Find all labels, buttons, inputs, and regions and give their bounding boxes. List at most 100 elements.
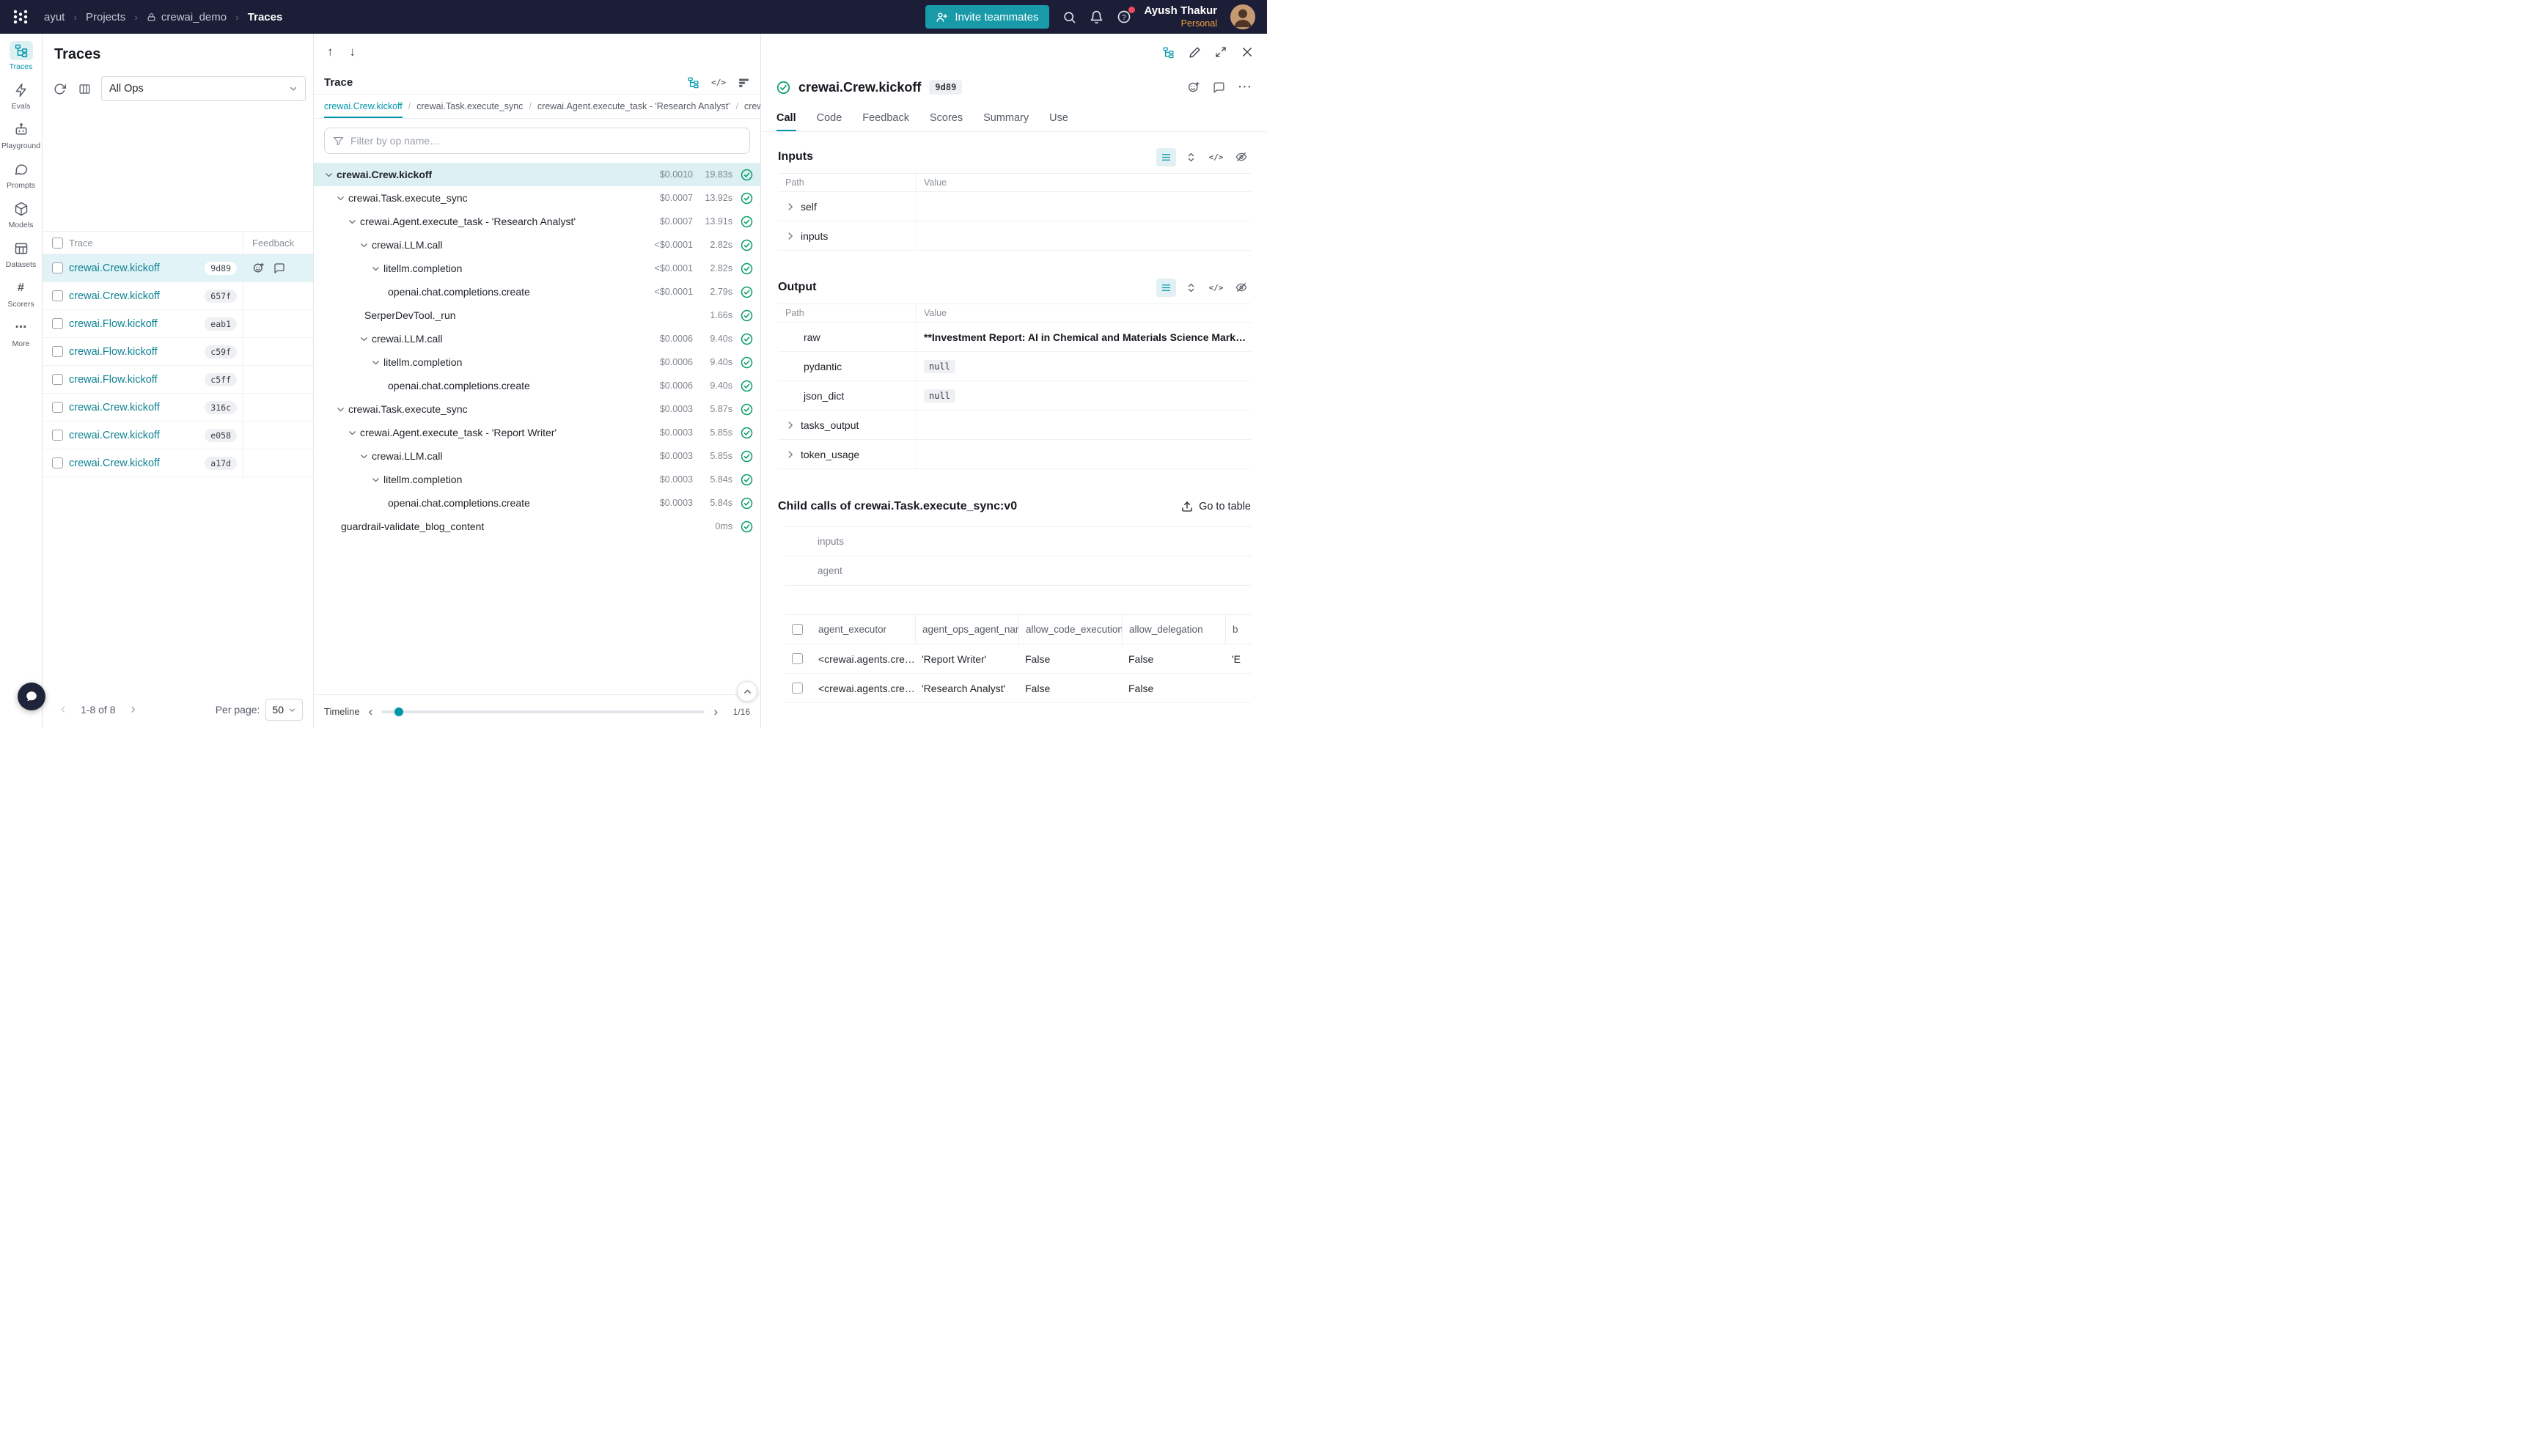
expand-rows-icon[interactable] — [1181, 279, 1201, 297]
call-crumb[interactable]: crewai.Crew.kickoff — [324, 95, 403, 118]
avatar[interactable] — [1230, 4, 1255, 29]
chevron-right-icon[interactable] — [785, 202, 796, 212]
trace-tree-row[interactable]: crewai.LLM.call <$0.0001 2.82s — [314, 233, 760, 257]
tab-feedback[interactable]: Feedback — [862, 104, 909, 131]
notifications-bell-icon[interactable] — [1090, 10, 1103, 24]
sidebar-item-playground[interactable]: Playground — [1, 120, 41, 150]
chevron-down-icon[interactable] — [334, 194, 347, 203]
call-crumb[interactable]: crewai.Agent.execute_task - 'Research An… — [537, 95, 730, 118]
breadcrumb-projects[interactable]: Projects — [86, 11, 125, 23]
invite-teammates-button[interactable]: Invite teammates — [925, 5, 1049, 29]
chevron-down-icon[interactable] — [370, 358, 382, 367]
tab-code[interactable]: Code — [817, 104, 842, 131]
row-checkbox[interactable] — [52, 457, 63, 468]
code-view-icon[interactable]: </> — [1206, 148, 1226, 166]
sidebar-item-more[interactable]: ⋯ More — [1, 318, 41, 348]
row-checkbox[interactable] — [52, 290, 63, 301]
row-checkbox[interactable] — [52, 318, 63, 329]
add-reaction-icon[interactable] — [1187, 81, 1200, 94]
chevron-down-icon[interactable] — [370, 264, 382, 273]
breadcrumb-entity[interactable]: ayut — [44, 11, 65, 23]
chevron-down-icon[interactable] — [358, 452, 370, 461]
call-crumb[interactable]: crewai.LLM.cal — [744, 95, 760, 118]
output-row[interactable]: token_usage — [778, 440, 1251, 469]
row-checkbox[interactable] — [52, 430, 63, 441]
breadcrumb-current[interactable]: Traces — [248, 11, 283, 23]
list-view-icon[interactable] — [1156, 148, 1176, 166]
previous-call-arrow[interactable]: ↑ — [327, 45, 334, 59]
sidebar-item-evals[interactable]: Evals — [1, 81, 41, 111]
help-icon[interactable]: ? — [1117, 10, 1131, 24]
trace-tree-row[interactable]: crewai.Task.execute_sync $0.0007 13.92s — [314, 186, 760, 210]
trace-row[interactable]: crewai.Crew.kickoffe058 — [43, 422, 313, 449]
refresh-icon[interactable] — [48, 78, 70, 100]
select-all-checkbox[interactable] — [792, 624, 803, 635]
trace-link[interactable]: crewai.Crew.kickoff — [69, 262, 160, 274]
trace-tree-row[interactable]: openai.chat.completions.create $0.0003 5… — [314, 491, 760, 515]
pagination-next[interactable]: › — [122, 702, 143, 718]
pagination-prev[interactable]: ‹ — [53, 702, 73, 718]
edit-pencil-icon[interactable] — [1189, 46, 1201, 59]
tab-use[interactable]: Use — [1049, 104, 1068, 131]
tab-summary[interactable]: Summary — [983, 104, 1029, 131]
trace-tree-row[interactable]: crewai.LLM.call $0.0003 5.85s — [314, 444, 760, 468]
trace-link[interactable]: crewai.Crew.kickoff — [69, 402, 160, 413]
trace-row[interactable]: crewai.Flow.kickoffc59f — [43, 338, 313, 366]
breadcrumb-project[interactable]: crewai_demo — [147, 11, 227, 23]
trace-row[interactable]: crewai.Flow.kickoffc5ff — [43, 366, 313, 394]
go-to-table-button[interactable]: Go to table — [1181, 501, 1251, 512]
trace-tree-row[interactable]: litellm.completion <$0.0001 2.82s — [314, 257, 760, 280]
trace-link[interactable]: crewai.Flow.kickoff — [69, 318, 158, 330]
trace-link[interactable]: crewai.Crew.kickoff — [69, 457, 160, 469]
trace-tree-row[interactable]: litellm.completion $0.0006 9.40s — [314, 350, 760, 374]
sidebar-item-models[interactable]: Models — [1, 199, 41, 229]
row-checkbox[interactable] — [52, 402, 63, 413]
overflow-menu-icon[interactable]: ⋯ — [1238, 84, 1252, 90]
output-row[interactable]: pydantic null — [778, 352, 1251, 381]
row-checkbox[interactable] — [792, 653, 803, 664]
expand-fullscreen-icon[interactable] — [1215, 46, 1227, 58]
add-note-icon[interactable] — [273, 262, 285, 274]
trace-tree-row[interactable]: crewai.LLM.call $0.0006 9.40s — [314, 327, 760, 350]
trace-tree-row[interactable]: crewai.Agent.execute_task - 'Research An… — [314, 210, 760, 233]
trace-tree-row[interactable]: openai.chat.completions.create <$0.0001 … — [314, 280, 760, 304]
trace-tree-row[interactable]: guardrail-validate_blog_content 0ms — [314, 515, 760, 538]
flame-graph-icon[interactable] — [738, 76, 750, 89]
expand-rows-icon[interactable] — [1181, 148, 1201, 166]
chevron-down-icon[interactable] — [370, 475, 382, 485]
table-row[interactable]: <crewai.agents.cre… 'Research Analyst' F… — [785, 674, 1251, 703]
trace-tree-row[interactable]: openai.chat.completions.create $0.0006 9… — [314, 374, 760, 397]
chevron-right-icon[interactable] — [785, 231, 796, 241]
list-view-icon[interactable] — [1156, 279, 1176, 297]
input-row[interactable]: self — [778, 192, 1251, 221]
columns-icon[interactable] — [73, 78, 95, 100]
chevron-down-icon[interactable] — [334, 405, 347, 414]
timeline-next[interactable]: › — [713, 705, 718, 719]
code-view-icon[interactable]: </> — [1206, 279, 1226, 297]
add-note-icon[interactable] — [1213, 81, 1225, 94]
trace-row[interactable]: crewai.Crew.kickoff316c — [43, 394, 313, 422]
tree-view-icon[interactable] — [687, 76, 699, 89]
trace-tree-row[interactable]: litellm.completion $0.0003 5.84s — [314, 468, 760, 491]
user-menu[interactable]: Ayush Thakur Personal — [1145, 4, 1217, 29]
sidebar-item-prompts[interactable]: Prompts — [1, 160, 41, 190]
op-filter-input[interactable] — [350, 135, 741, 147]
hide-values-eye-icon[interactable] — [1231, 279, 1251, 297]
trace-tree-row[interactable]: crewai.Agent.execute_task - 'Report Writ… — [314, 421, 760, 444]
timeline-prev[interactable]: ‹ — [369, 705, 373, 719]
chevron-down-icon[interactable] — [358, 334, 370, 344]
sidebar-item-traces[interactable]: Traces — [1, 41, 41, 71]
trace-link[interactable]: crewai.Flow.kickoff — [69, 374, 158, 386]
split-view-icon[interactable] — [1162, 46, 1175, 59]
trace-link[interactable]: crewai.Crew.kickoff — [69, 430, 160, 441]
sidebar-item-datasets[interactable]: Datasets — [1, 239, 41, 269]
row-checkbox[interactable] — [52, 346, 63, 357]
row-checkbox[interactable] — [52, 374, 63, 385]
row-checkbox[interactable] — [792, 683, 803, 694]
per-page-select[interactable]: 50 — [265, 699, 303, 721]
timeline-slider-handle[interactable] — [394, 707, 403, 716]
output-row[interactable]: raw **Investment Report: AI in Chemical … — [778, 323, 1251, 352]
wandb-logo[interactable] — [12, 8, 29, 26]
chevron-down-icon[interactable] — [358, 240, 370, 250]
trace-row[interactable]: crewai.Crew.kickoffa17d — [43, 449, 313, 477]
